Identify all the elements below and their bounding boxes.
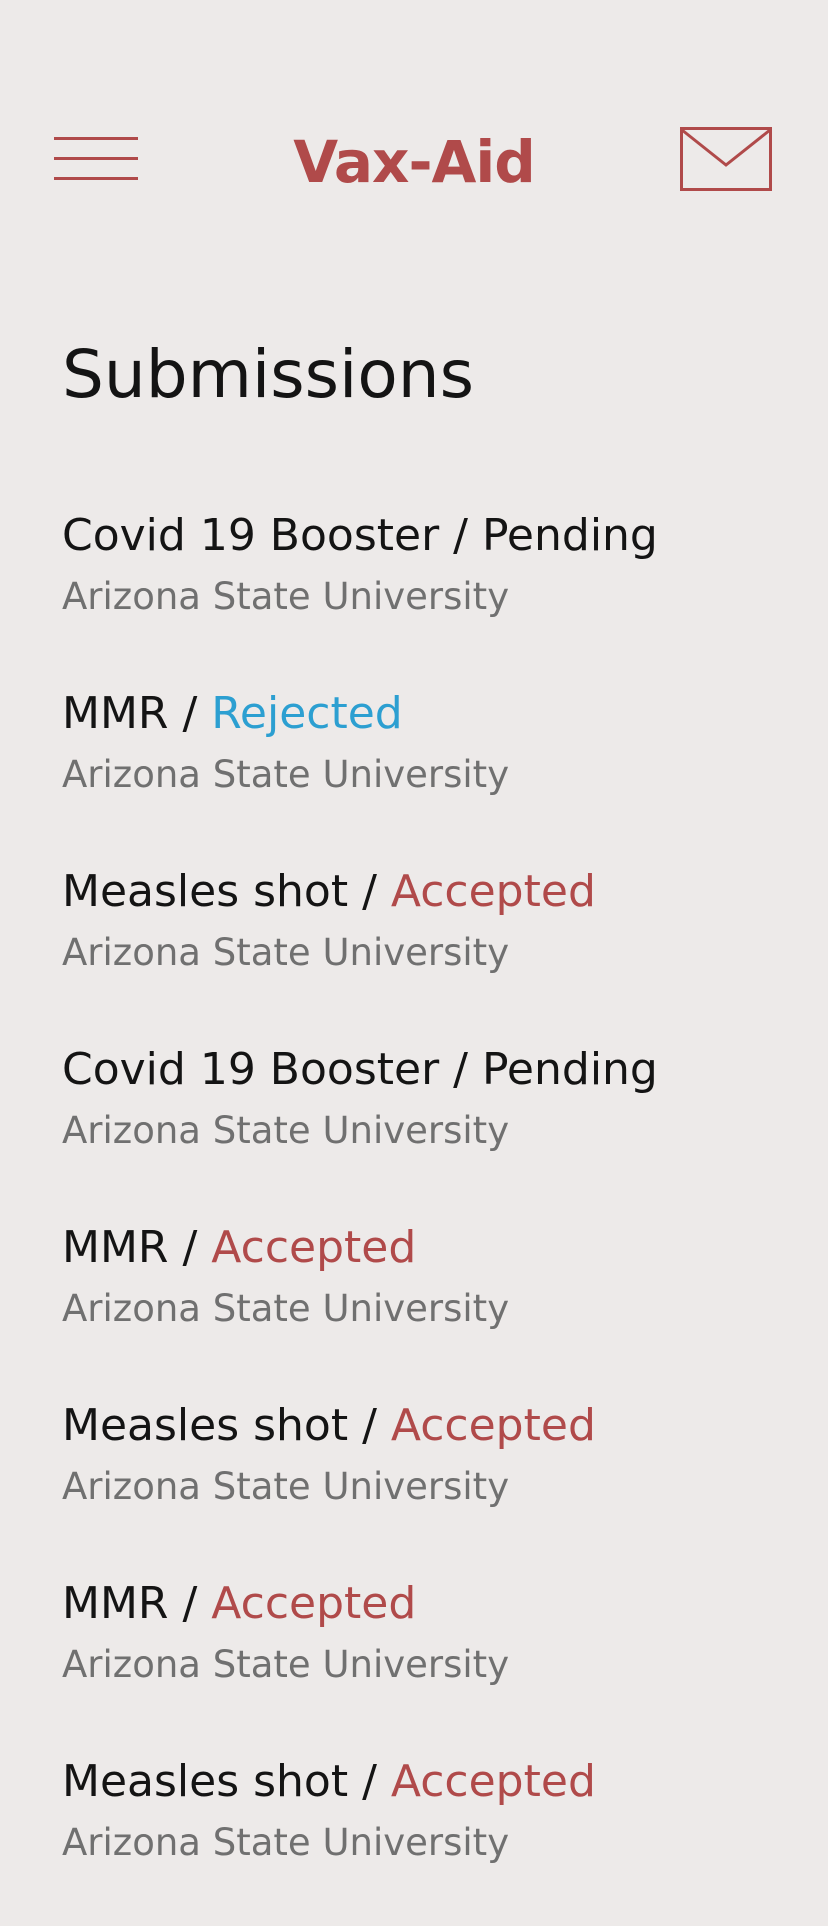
mail-icon[interactable] [680, 127, 772, 191]
institution-name: Arizona State University [62, 931, 510, 974]
submission-item[interactable]: Measles shot / Accepted Arizona State Un… [0, 1748, 828, 1926]
page-title: Submissions [62, 336, 474, 413]
submission-item[interactable]: MMR / Accepted Arizona State University [0, 1214, 828, 1392]
vaccine-name: Covid 19 Booster [62, 510, 440, 561]
submission-item[interactable]: Covid 19 Booster / Pending Arizona State… [0, 1036, 828, 1214]
vaccine-name: Covid 19 Booster [62, 1044, 440, 1095]
submission-title: Covid 19 Booster / Pending [62, 506, 658, 566]
institution-name: Arizona State University [62, 1109, 510, 1152]
status-label: Accepted [211, 1222, 417, 1273]
submission-title: Measles shot / Accepted [62, 1752, 596, 1812]
title-separator: / [348, 1756, 391, 1807]
top-bar: Vax-Aid [0, 0, 828, 260]
submission-title: MMR / Accepted [62, 1218, 416, 1278]
institution-name: Arizona State University [62, 575, 510, 618]
vaccine-name: MMR [62, 688, 169, 739]
status-label: Accepted [390, 1756, 596, 1807]
submission-title: MMR / Accepted [62, 1574, 416, 1634]
submissions-list: Covid 19 Booster / Pending Arizona State… [0, 502, 828, 1926]
submission-item[interactable]: Covid 19 Booster / Pending Arizona State… [0, 502, 828, 680]
institution-name: Arizona State University [62, 1643, 510, 1686]
submission-title: MMR / Rejected [62, 684, 403, 744]
status-label: Pending [481, 510, 658, 561]
vaccine-name: MMR [62, 1222, 169, 1273]
submission-item[interactable]: Measles shot / Accepted Arizona State Un… [0, 1392, 828, 1570]
status-label: Accepted [390, 1400, 596, 1451]
title-separator: / [439, 1044, 482, 1095]
vaccine-name: Measles shot [62, 1400, 349, 1451]
vaccine-name: MMR [62, 1578, 169, 1629]
submission-title: Measles shot / Accepted [62, 1396, 596, 1456]
status-label: Rejected [211, 688, 403, 739]
title-separator: / [168, 1222, 212, 1273]
vaccine-name: Measles shot [62, 866, 349, 917]
title-separator: / [348, 1400, 391, 1451]
submission-item[interactable]: MMR / Accepted Arizona State University [0, 1570, 828, 1748]
status-label: Accepted [390, 866, 596, 917]
submission-item[interactable]: Measles shot / Accepted Arizona State Un… [0, 858, 828, 1036]
title-separator: / [168, 1578, 212, 1629]
status-label: Pending [481, 1044, 658, 1095]
institution-name: Arizona State University [62, 1821, 510, 1864]
submission-item[interactable]: MMR / Rejected Arizona State University [0, 680, 828, 858]
institution-name: Arizona State University [62, 1287, 510, 1330]
institution-name: Arizona State University [62, 1465, 510, 1508]
vaccine-name: Measles shot [62, 1756, 349, 1807]
status-label: Accepted [211, 1578, 417, 1629]
submission-title: Measles shot / Accepted [62, 862, 596, 922]
submission-title: Covid 19 Booster / Pending [62, 1040, 658, 1100]
title-separator: / [168, 688, 212, 739]
title-separator: / [348, 866, 391, 917]
title-separator: / [439, 510, 482, 561]
institution-name: Arizona State University [62, 753, 510, 796]
